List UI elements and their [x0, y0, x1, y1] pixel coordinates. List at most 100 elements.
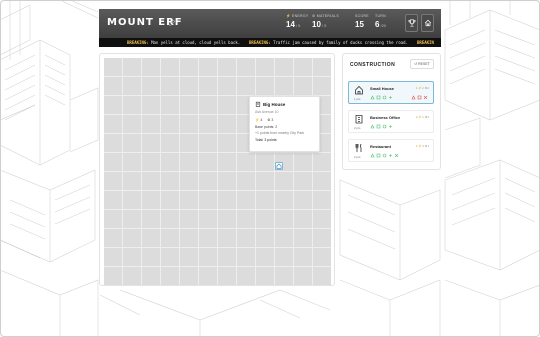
- board-cell[interactable]: [294, 58, 312, 76]
- board-cell[interactable]: [218, 115, 236, 133]
- board-cell[interactable]: [180, 96, 198, 114]
- board-cell[interactable]: [161, 172, 179, 190]
- build-card-business-office[interactable]: 2 pts Business Office 2 ⚡1 ⚙2: [348, 110, 434, 133]
- board-cell[interactable]: [256, 172, 274, 190]
- board-cell[interactable]: [199, 210, 217, 228]
- board-cell[interactable]: [256, 267, 274, 285]
- board-cell[interactable]: [123, 96, 141, 114]
- board-cell[interactable]: [199, 229, 217, 247]
- board-cell[interactable]: [180, 58, 198, 76]
- board-cell[interactable]: [142, 153, 160, 171]
- board-cell[interactable]: [161, 153, 179, 171]
- board-cell[interactable]: [123, 77, 141, 95]
- board-cell[interactable]: [237, 77, 255, 95]
- board-cell[interactable]: [161, 115, 179, 133]
- trophy-button[interactable]: [405, 14, 418, 32]
- board-cell[interactable]: [218, 267, 236, 285]
- board-cell[interactable]: [123, 172, 141, 190]
- board-cell[interactable]: [218, 96, 236, 114]
- build-card-small-house[interactable]: 1 pts Small House 1 ⚡2 ⚙2: [348, 81, 434, 104]
- board-cell[interactable]: [199, 58, 217, 76]
- board-cell[interactable]: [161, 210, 179, 228]
- board-cell[interactable]: [104, 153, 122, 171]
- board-cell[interactable]: [199, 191, 217, 209]
- board-cell[interactable]: [256, 248, 274, 266]
- board-cell[interactable]: [237, 248, 255, 266]
- board-cell[interactable]: [218, 77, 236, 95]
- board-cell[interactable]: [256, 77, 274, 95]
- board-cell[interactable]: [180, 153, 198, 171]
- board-cell[interactable]: [218, 172, 236, 190]
- board-cell[interactable]: [123, 267, 141, 285]
- board-cell[interactable]: [313, 58, 331, 76]
- board-cell[interactable]: [237, 229, 255, 247]
- board-cell[interactable]: [104, 172, 122, 190]
- board-cell[interactable]: [313, 153, 331, 171]
- board-cell[interactable]: [218, 191, 236, 209]
- board-cell[interactable]: [275, 172, 293, 190]
- board-cell[interactable]: [256, 58, 274, 76]
- board-cell[interactable]: [142, 210, 160, 228]
- board-cell[interactable]: [161, 267, 179, 285]
- board-cell[interactable]: [256, 210, 274, 228]
- board-cell[interactable]: [275, 229, 293, 247]
- board-cell[interactable]: [180, 191, 198, 209]
- board-cell[interactable]: [142, 77, 160, 95]
- board-cell[interactable]: [180, 115, 198, 133]
- board-cell[interactable]: [313, 267, 331, 285]
- board-cell[interactable]: [199, 153, 217, 171]
- board-cell[interactable]: [142, 191, 160, 209]
- board-cell[interactable]: [237, 153, 255, 171]
- board-cell[interactable]: [294, 172, 312, 190]
- board-cell[interactable]: [199, 115, 217, 133]
- board-cell[interactable]: [313, 191, 331, 209]
- board-cell[interactable]: [256, 153, 274, 171]
- board-cell[interactable]: [104, 134, 122, 152]
- board-cell[interactable]: [275, 77, 293, 95]
- placement-preview[interactable]: [275, 162, 283, 170]
- board-cell[interactable]: [294, 77, 312, 95]
- board-cell[interactable]: [294, 191, 312, 209]
- board-cell[interactable]: [104, 267, 122, 285]
- board-cell[interactable]: [142, 229, 160, 247]
- board-cell[interactable]: [313, 229, 331, 247]
- board-cell[interactable]: [237, 172, 255, 190]
- board-cell[interactable]: [313, 210, 331, 228]
- board-cell[interactable]: [161, 229, 179, 247]
- board-cell[interactable]: [199, 134, 217, 152]
- board-cell[interactable]: [180, 248, 198, 266]
- board-cell[interactable]: [180, 134, 198, 152]
- board-cell[interactable]: [294, 153, 312, 171]
- board-cell[interactable]: [275, 210, 293, 228]
- board-cell[interactable]: [218, 58, 236, 76]
- board-cell[interactable]: [142, 172, 160, 190]
- board-cell[interactable]: [104, 229, 122, 247]
- board-cell[interactable]: [180, 267, 198, 285]
- board-cell[interactable]: [161, 191, 179, 209]
- board-cell[interactable]: [275, 267, 293, 285]
- board-cell[interactable]: [199, 248, 217, 266]
- board-cell[interactable]: [161, 58, 179, 76]
- board-cell[interactable]: [123, 153, 141, 171]
- board-cell[interactable]: [237, 210, 255, 228]
- board-cell[interactable]: [199, 77, 217, 95]
- board-cell[interactable]: [313, 172, 331, 190]
- board-cell[interactable]: [199, 172, 217, 190]
- board-cell[interactable]: [218, 210, 236, 228]
- board-cell[interactable]: [142, 267, 160, 285]
- board-cell[interactable]: [142, 248, 160, 266]
- board-cell[interactable]: [294, 229, 312, 247]
- board-cell[interactable]: [237, 58, 255, 76]
- board-cell[interactable]: [142, 115, 160, 133]
- board-cell[interactable]: [104, 191, 122, 209]
- board-cell[interactable]: [161, 134, 179, 152]
- board-cell[interactable]: [104, 77, 122, 95]
- board-cell[interactable]: [142, 134, 160, 152]
- board-cell[interactable]: [199, 96, 217, 114]
- board-cell[interactable]: [180, 229, 198, 247]
- board-cell[interactable]: [237, 191, 255, 209]
- board-cell[interactable]: [142, 96, 160, 114]
- board-cell[interactable]: [123, 58, 141, 76]
- board-cell[interactable]: [313, 248, 331, 266]
- board-cell[interactable]: [123, 229, 141, 247]
